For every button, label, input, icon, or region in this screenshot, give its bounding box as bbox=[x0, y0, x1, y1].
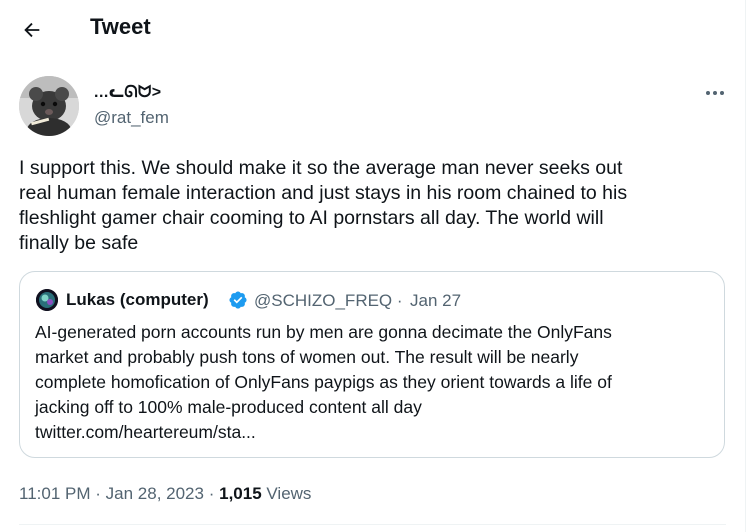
views-label: Views bbox=[266, 484, 312, 503]
meta-separator: · bbox=[208, 484, 215, 503]
meta-separator: · bbox=[95, 484, 101, 503]
tweet-meta: 11:01 PM · Jan 28, 2023 · 1,015 Views bbox=[19, 484, 311, 504]
quoted-author-name: Lukas (computer) bbox=[66, 290, 209, 309]
more-button[interactable] bbox=[700, 82, 730, 104]
arrow-left-icon bbox=[24, 22, 40, 38]
author-avatar[interactable] bbox=[19, 76, 79, 136]
back-button[interactable] bbox=[14, 12, 50, 48]
quoted-avatar-image bbox=[36, 289, 58, 311]
verified-badge-icon bbox=[228, 290, 248, 310]
author-handle[interactable]: @rat_fem bbox=[94, 108, 169, 128]
views-count: 1,015 bbox=[219, 484, 262, 503]
more-horizontal-icon bbox=[706, 91, 724, 95]
quoted-author-handle: @SCHIZO_FREQ · bbox=[254, 291, 403, 310]
tweet-time[interactable]: 11:01 PM bbox=[19, 484, 91, 503]
author-display-name[interactable]: ...ᓚᘏᗢ> bbox=[94, 82, 162, 102]
quoted-tweet-card[interactable]: Lukas (computer) @SCHIZO_FREQ · Jan 27 A… bbox=[19, 271, 725, 458]
quoted-tweet-date: Jan 27 bbox=[410, 291, 462, 310]
quoted-tweet-text: AI-generated porn accounts run by men ar… bbox=[35, 322, 612, 442]
tweet-text: I support this. We should make it so the… bbox=[19, 157, 628, 254]
page-title: Tweet bbox=[90, 14, 151, 39]
quoted-author-avatar bbox=[36, 289, 58, 311]
column-border bbox=[745, 0, 746, 532]
tweet-date[interactable]: Jan 28, 2023 bbox=[106, 484, 204, 503]
divider bbox=[19, 524, 726, 525]
rat-avatar-image bbox=[19, 76, 79, 136]
top-header: Tweet bbox=[0, 0, 745, 56]
